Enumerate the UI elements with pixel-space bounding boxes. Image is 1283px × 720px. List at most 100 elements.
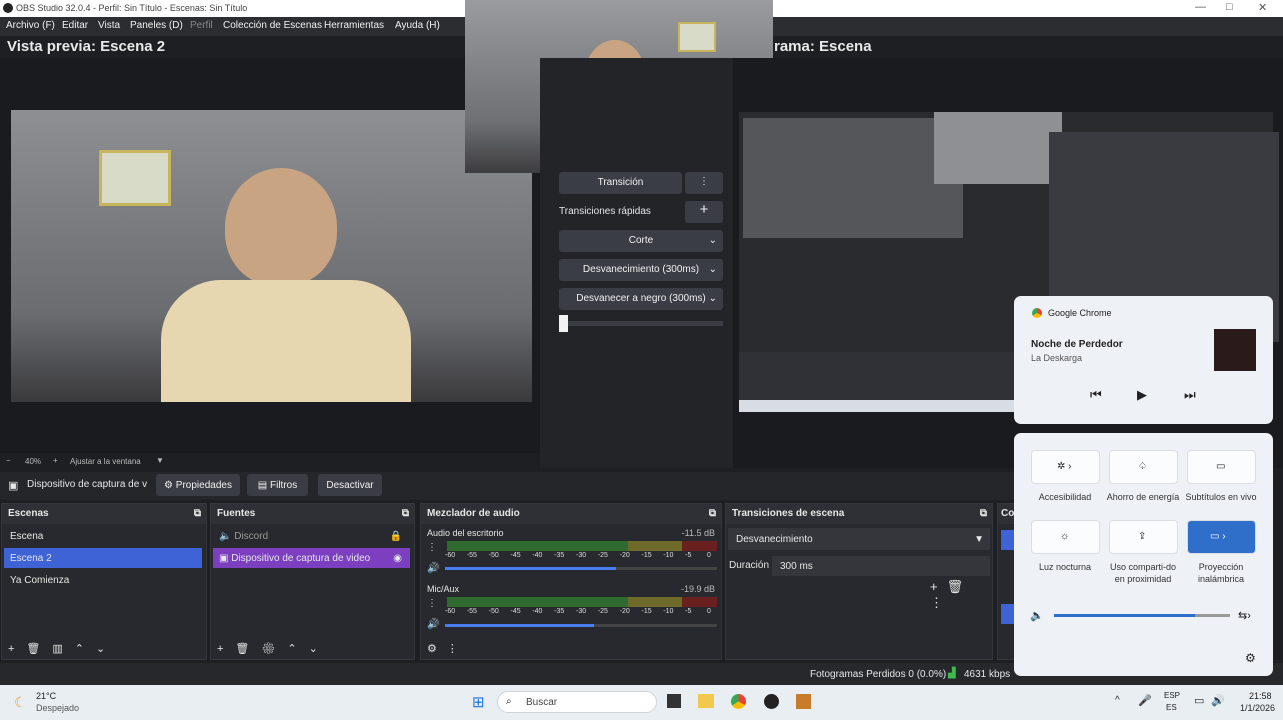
bitrate: 4631 kbps	[964, 669, 1011, 680]
speaker-tray-icon[interactable]: 🔊	[1211, 694, 1225, 707]
transition-more-icon[interactable]: ⋮	[685, 172, 723, 194]
menu-archivo[interactable]: Archivo (F)	[6, 20, 55, 31]
scenes-header: Escenas ⧉	[2, 504, 206, 524]
tbar-handle[interactable]	[559, 315, 568, 332]
quick-transition-fade-black[interactable]: Desvanecer a negro (300ms) ⌄	[559, 288, 723, 310]
vu-meter	[447, 597, 717, 607]
settings-gear-icon[interactable]: ⚙	[1245, 651, 1256, 665]
leaf-icon: ♤	[1138, 461, 1147, 472]
nearby-share-tile[interactable]: ⇪	[1109, 520, 1178, 554]
menu-editar[interactable]: Editar	[62, 20, 88, 31]
filters-button[interactable]: ▤ Filtros	[247, 474, 308, 496]
meter-tick-label: -25	[597, 608, 608, 615]
transition-select[interactable]: Desvanecimiento ▼	[728, 528, 990, 550]
lock-icon: 🔒	[389, 531, 402, 542]
obs-logo-icon	[3, 3, 13, 13]
file-explorer-icon[interactable]	[698, 694, 714, 708]
mic-icon[interactable]: 🎤	[1138, 694, 1152, 707]
close-icon[interactable]: ✕	[1258, 1, 1267, 14]
mixer-toolbar[interactable]: ⚙⋮	[427, 642, 468, 655]
language-primary[interactable]: ESP	[1164, 691, 1180, 700]
menu-paneles[interactable]: Paneles (D)	[130, 20, 183, 31]
transition-toolbar[interactable]: +🗑⋮	[930, 579, 992, 611]
meter-ticks: -60 -55 -50 -45 -40 -35 -30 -25 -20 -15 -10 -5 0	[445, 608, 717, 617]
night-light-tile[interactable]: ☼	[1031, 520, 1100, 554]
undock-icon: ⧉	[979, 508, 987, 519]
meter-tick-label: -5	[685, 552, 692, 559]
meter-tick-label: -40	[532, 608, 543, 615]
menu-coleccion[interactable]: Colección de Escenas	[223, 20, 322, 31]
language-secondary[interactable]: ES	[1166, 703, 1177, 712]
meter-tick-label: -50	[488, 608, 499, 615]
scene-item[interactable]: Escena	[4, 526, 202, 546]
channel-name: Mic/Aux	[427, 584, 460, 594]
clock-time[interactable]: 21:58	[1249, 691, 1272, 701]
app-taskbar-icon[interactable]	[796, 694, 811, 709]
chrome-taskbar-icon[interactable]	[731, 694, 746, 709]
quick-transition-fade[interactable]: Desvanecimiento (300ms) ⌄	[559, 259, 723, 281]
source-item-selected[interactable]: ▣ Dispositivo de captura de video ◉	[213, 548, 410, 568]
windows-start-icon[interactable]: ⊞	[472, 693, 485, 711]
meter-tick-label: -15	[641, 552, 652, 559]
transition-button[interactable]: Transición	[559, 172, 682, 194]
speaker-icon[interactable]: 🔊	[427, 619, 439, 630]
menu-perfil[interactable]: Perfil	[190, 20, 213, 31]
menu-vista[interactable]: Vista	[98, 20, 120, 31]
next-icon[interactable]: ⏭	[1184, 387, 1196, 403]
quick-transitions-label: Transiciones rápidas	[559, 206, 651, 217]
energy-saver-tile[interactable]: ♤	[1109, 450, 1178, 484]
add-quick-transition-icon[interactable]: +	[685, 201, 723, 223]
undock-icon: ⧉	[193, 508, 201, 519]
source-item[interactable]: 🔈 Discord 🔒	[213, 526, 410, 546]
scene-item-selected[interactable]: Escena 2	[4, 548, 202, 568]
maximize-icon[interactable]: □	[1226, 1, 1233, 13]
audio-output-icon[interactable]: ⇆›	[1238, 609, 1251, 622]
cast-icon: ▭ ›	[1210, 531, 1226, 542]
properties-button[interactable]: ⚙ Propiedades	[156, 474, 240, 496]
meter-tick-label: -20	[619, 552, 630, 559]
duration-label: Duración	[729, 560, 770, 571]
tray-chevron-icon[interactable]: ^	[1115, 695, 1120, 706]
play-icon[interactable]: ▶	[1137, 387, 1147, 403]
cast-tile[interactable]: ▭ ›	[1187, 520, 1256, 554]
taskbar: ☾ 21°C Despejado ⊞ ⌕ Buscar ^ 🎤 ESP ES ▭…	[0, 685, 1283, 720]
network-icon[interactable]: ▭	[1194, 694, 1204, 707]
quick-transition-cut[interactable]: Corte ⌄	[559, 230, 723, 252]
deactivate-button[interactable]: Desactivar	[318, 474, 382, 496]
camera-preview[interactable]	[11, 110, 532, 402]
obs-taskbar-icon[interactable]	[764, 694, 779, 709]
minimize-icon[interactable]: —	[1195, 1, 1206, 13]
channel-menu-icon[interactable]: ⋮	[427, 598, 437, 609]
tile-label: Subtítulos en vivo	[1185, 492, 1257, 502]
captions-icon: ▭	[1216, 461, 1226, 472]
previous-icon[interactable]: ⏮	[1090, 387, 1102, 403]
task-view-icon[interactable]	[667, 694, 681, 708]
meter-tick-label: -40	[532, 552, 543, 559]
volume-icon[interactable]: 🔈	[1030, 609, 1044, 622]
tile-label: Luz nocturna	[1038, 562, 1092, 572]
media-artist: La Deskarga	[1031, 353, 1083, 363]
speaker-icon[interactable]: 🔊	[427, 563, 439, 574]
live-captions-tile[interactable]: ▭	[1187, 450, 1256, 484]
duration-input[interactable]: 300 ms	[772, 556, 990, 576]
moon-weather-icon[interactable]: ☾	[14, 694, 27, 711]
zoom-plus-icon[interactable]: +	[53, 456, 58, 465]
menu-herramientas[interactable]: Herramientas	[324, 20, 384, 31]
tbar-track[interactable]	[559, 321, 723, 326]
signal-icon: ▟	[948, 668, 956, 679]
nested-preview	[743, 118, 963, 238]
fit-dropdown-icon[interactable]: ▼	[156, 456, 164, 465]
scene-item[interactable]: Ya Comienza	[4, 570, 202, 590]
scene-toolbar[interactable]: +🗑▥⌃⌄	[8, 642, 117, 655]
source-toolbar[interactable]: +🗑⚙⌃⌄	[217, 642, 330, 655]
clock-date[interactable]: 1/1/2026	[1240, 703, 1275, 713]
media-flyout: Google Chrome Noche de Perdedor La Deska…	[1014, 296, 1273, 424]
wall-poster	[99, 150, 171, 206]
accessibility-tile[interactable]: ✲ ›	[1031, 450, 1100, 484]
channel-menu-icon[interactable]: ⋮	[427, 542, 437, 553]
search-box[interactable]: ⌕ Buscar	[497, 691, 657, 713]
menu-ayuda[interactable]: Ayuda (H)	[395, 20, 440, 31]
zoom-minus-icon[interactable]: −	[6, 456, 11, 465]
fit-window-label[interactable]: Ajustar a la ventana	[70, 457, 141, 466]
night-light-icon: ☼	[1060, 531, 1070, 542]
